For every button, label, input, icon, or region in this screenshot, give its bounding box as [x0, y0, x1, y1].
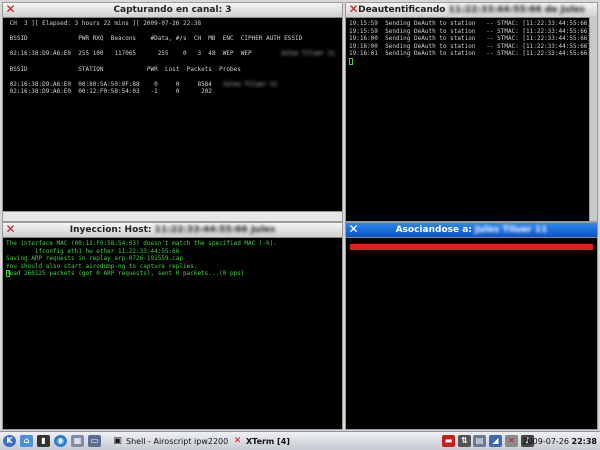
terminal-line: CH 3 ][ Elapsed: 3 hours 22 mins ][ 2009…: [6, 20, 202, 27]
capture-window: ✕ Capturando en canal: 3 CH 3 ][ Elapsed…: [2, 2, 343, 222]
kde-menu-icon[interactable]: K: [3, 435, 16, 447]
capture-title: Capturando en canal: 3: [113, 5, 232, 15]
terminal-line: 19:15:59 Sending DeAuth to station -- ST…: [349, 20, 592, 27]
task-shell[interactable]: ▣ Shell - Airoscript ipw2200: [112, 434, 228, 449]
terminal-line: Read 260125 packets (got 0 ARP requests)…: [6, 270, 245, 278]
taskbar: K ⌂ ▮ ◉ ▦ ▭ ▣ Shell - Airoscript ipw2200…: [0, 431, 600, 450]
clock-time: 22:38: [571, 437, 597, 446]
redacted-essid: Jules Tiluer 11: [475, 225, 548, 235]
wifi-icon[interactable]: ◢: [489, 435, 502, 447]
deauth-terminal[interactable]: 19:15:59 Sending DeAuth to station -- ST…: [346, 18, 597, 68]
close-icon[interactable]: ✕: [5, 3, 16, 15]
terminal-line: 02:16:38:D9:A6:E0 00:12:F0:58:54:03 -1 0…: [6, 88, 212, 96]
clock[interactable]: 2009-07-26 22:38: [522, 434, 597, 449]
terminal-line: ifconfig eth1 hw ether 11:22:33:44:55:66: [6, 247, 180, 255]
redacted-host: 11:22:33:44:55:66 Jules: [154, 225, 276, 235]
terminal-line: 02:16:38:D9:A6:E0 00:80:5A:50:9F:88 0 0 …: [6, 80, 277, 88]
network-icon[interactable]: ⇅: [458, 435, 471, 447]
browser-icon[interactable]: ◉: [54, 435, 67, 447]
task-label: Shell - Airoscript ipw2200: [126, 437, 229, 446]
capture-titlebar[interactable]: ✕ Capturando en canal: 3: [3, 3, 342, 18]
show-desktop-icon[interactable]: ▭: [88, 435, 101, 447]
terminal-line: You should also start airodump-ng to cap…: [6, 262, 198, 270]
disconnect-icon[interactable]: ✕: [505, 435, 518, 447]
terminal-line: 19:16:00 Sending DeAuth to station -- ST…: [349, 42, 592, 50]
horizontal-scrollbar[interactable]: [3, 211, 342, 221]
close-icon[interactable]: ✕: [348, 223, 359, 235]
xterm-icon: ✕: [233, 436, 242, 446]
deauth-window: ✕ Deautentificando 11:22:33:44:55:66 de …: [345, 2, 598, 222]
shell-icon: ▣: [113, 436, 122, 446]
progress-bar: [350, 244, 593, 250]
injection-titlebar[interactable]: ✕ Inyeccion: Host: 11:22:33:44:55:66 Jul…: [3, 223, 342, 238]
desktop-pager-icon[interactable]: ▦: [71, 435, 84, 447]
assoc-titlebar[interactable]: ✕ Asociandose a: Jules Tiluer 11: [346, 223, 597, 238]
flag-icon[interactable]: ▬: [442, 435, 455, 447]
capture-terminal[interactable]: CH 3 ][ Elapsed: 3 hours 22 mins ][ 2009…: [3, 18, 342, 98]
deauth-title: Deautentificando 11:22:33:44:55:66 de Ju…: [358, 5, 585, 15]
task-xterm[interactable]: ✕ XTerm [4]: [232, 434, 290, 449]
injection-window: ✕ Inyeccion: Host: 11:22:33:44:55:66 Jul…: [2, 222, 343, 430]
terminal-line: BSSID PWR RXQ Beacons #Data, #/s CH MB E…: [6, 35, 303, 43]
close-icon[interactable]: ✕: [5, 223, 16, 235]
assoc-title: Asociandose a: Jules Tiluer 11: [395, 225, 548, 235]
deauth-titlebar[interactable]: ✕ Deautentificando 11:22:33:44:55:66 de …: [346, 3, 597, 18]
redacted-host: 11:22:33:44:55:66 de Jules: [448, 5, 585, 15]
terminal-line: Saving ARP requests in replay_arp-0726-1…: [6, 255, 184, 263]
vertical-scrollbar[interactable]: [589, 17, 597, 221]
terminal-icon[interactable]: ▮: [37, 435, 50, 447]
home-folder-icon[interactable]: ⌂: [20, 435, 33, 447]
clock-date: 2009-07-26: [522, 437, 569, 446]
task-label: XTerm [4]: [246, 437, 290, 446]
clipboard-icon[interactable]: ▤: [473, 435, 486, 447]
assoc-window: ✕ Asociandose a: Jules Tiluer 11: [345, 222, 598, 430]
terminal-cursor: [349, 57, 353, 65]
redacted-essid: Jules Tiluer 11: [280, 50, 335, 58]
terminal-line: 19:16:01 Sending DeAuth to station -- ST…: [349, 50, 592, 58]
redacted-probe: Jules Tiluer 11: [222, 80, 277, 88]
close-icon[interactable]: ✕: [348, 3, 359, 15]
terminal-line: 02:16:38:D9:A6:E0 255 100 117065 255 0 3…: [6, 50, 335, 58]
terminal-line: 19:15:59 Sending DeAuth to station -- ST…: [349, 27, 592, 35]
terminal-line: BSSID STATION PWR Lost Packets Probes: [6, 65, 241, 73]
injection-title: Inyeccion: Host: 11:22:33:44:55:66 Jules: [69, 225, 276, 235]
terminal-line: The interface MAC (00:12:F0:58:54:03) do…: [6, 240, 277, 247]
terminal-line: 19:16:00 Sending DeAuth to station -- ST…: [349, 35, 592, 43]
injection-terminal[interactable]: The interface MAC (00:12:F0:58:54:03) do…: [3, 238, 342, 280]
terminal-line: [349, 57, 594, 66]
